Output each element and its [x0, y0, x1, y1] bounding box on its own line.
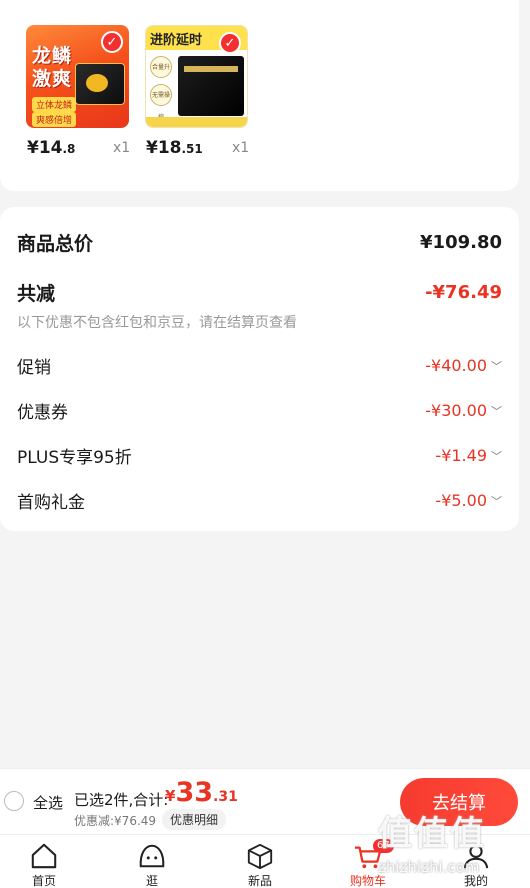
tab-label: 首页: [31, 874, 56, 888]
discount-label: PLUS专享95折: [17, 448, 132, 468]
chevron-down-icon[interactable]: ﹀: [491, 493, 502, 509]
product-1-tag-2: 爽感倍增: [32, 112, 77, 127]
product-2-title: 进阶延时: [150, 33, 203, 48]
product-1-price-dec: .8: [62, 142, 76, 156]
total-reduce-row: 共减 -¥76.49: [17, 279, 502, 306]
product-2-price-int: ¥18: [146, 138, 182, 158]
product-1-tag: 立体龙鳞: [32, 97, 77, 112]
face-icon: [139, 844, 165, 868]
cart-total: ¥33.31: [165, 777, 238, 808]
product-1-title-line1: 龙鳞: [32, 45, 73, 67]
discount-row-plus[interactable]: PLUS专享95折 -¥1.49 ﹀: [17, 443, 502, 468]
product-1-title-line2: 激爽: [32, 68, 73, 90]
total-price-value: ¥109.80: [420, 232, 502, 253]
discount-row-first-purchase[interactable]: 首购礼金 -¥5.00 ﹀: [17, 488, 502, 513]
discount-summary: 优惠减:¥76.49: [74, 814, 157, 828]
cart-products-card: 龙鳞 激爽 立体龙鳞 爽感倍增 ✓ 进阶延时 合量升级 无需操控 ✓ ¥14.8…: [0, 0, 519, 191]
total-currency: ¥: [165, 787, 176, 805]
cube-icon: [247, 843, 273, 870]
price-summary-card: 商品总价 ¥109.80 共减 -¥76.49 以下优惠不包含红包和京豆，请在结…: [0, 207, 519, 531]
tab-new[interactable]: 新品: [225, 835, 295, 888]
total-price-label: 商品总价: [17, 233, 94, 255]
discount-label: 优惠券: [17, 403, 68, 423]
discount-detail-button[interactable]: 优惠明细: [162, 809, 227, 830]
total-price-row: 商品总价 ¥109.80: [17, 229, 502, 256]
product-1-box-graphic: [75, 63, 125, 105]
product-1-title: 龙鳞 激爽: [32, 45, 72, 91]
watermark-logo: 值值值: [378, 814, 486, 854]
discount-row-promo[interactable]: 促销 -¥40.00 ﹀: [17, 353, 502, 378]
product-2-footer-band: [146, 117, 247, 127]
tab-label: 逛: [145, 874, 158, 888]
discount-amount: -¥5.00: [435, 491, 487, 510]
product-2-qty: x1: [232, 140, 250, 156]
home-icon: [31, 843, 57, 869]
tab-home[interactable]: 首页: [9, 835, 79, 888]
discount-value: -¥30.00 ﹀: [425, 401, 502, 420]
chevron-down-icon[interactable]: ﹀: [491, 448, 502, 464]
chevron-down-icon[interactable]: ﹀: [491, 403, 502, 419]
tab-label: 新品: [247, 874, 272, 888]
total-reduce-value: -¥76.49: [425, 282, 502, 303]
product-2-box-graphic: [178, 56, 244, 116]
tab-browse[interactable]: 逛: [117, 835, 187, 888]
product-2-price-dec: .51: [181, 142, 203, 156]
selected-count-text: 已选2件,合计:: [74, 791, 169, 809]
select-all-label[interactable]: 全选: [33, 792, 63, 813]
total-reduce-label: 共减: [17, 283, 56, 305]
selected-check-icon[interactable]: ✓: [219, 32, 241, 54]
total-decimal: .31: [213, 789, 238, 805]
discount-row-coupon[interactable]: 优惠券 -¥30.00 ﹀: [17, 398, 502, 423]
discount-label: 促销: [17, 358, 51, 378]
product-1-price-int: ¥14: [27, 138, 63, 158]
product-image-1[interactable]: 龙鳞 激爽 立体龙鳞 爽感倍增 ✓: [26, 25, 129, 128]
discount-note: 以下优惠不包含红包和京豆，请在结算页查看: [17, 315, 297, 331]
product-1-qty: x1: [113, 140, 131, 156]
total-integer: 33: [175, 777, 214, 808]
discount-value: -¥40.00 ﹀: [425, 356, 502, 375]
product-2-chip-1: 合量升级: [150, 56, 172, 93]
product-1-price: ¥14.8: [27, 138, 75, 158]
discount-label: 首购礼金: [17, 493, 85, 513]
discount-amount: -¥40.00: [425, 356, 487, 375]
select-all-radio[interactable]: [4, 791, 24, 811]
product-image-2[interactable]: 进阶延时 合量升级 无需操控 ✓: [145, 25, 248, 128]
discount-value: -¥1.49 ﹀: [435, 446, 502, 465]
chevron-down-icon[interactable]: ﹀: [491, 358, 502, 374]
product-2-price: ¥18.51: [146, 138, 203, 158]
watermark-url: zhizhizhi.com: [378, 858, 480, 876]
selected-check-icon[interactable]: ✓: [101, 31, 123, 53]
product-2-chip-2: 无需操控: [150, 84, 172, 121]
discount-amount: -¥30.00: [425, 401, 487, 420]
discount-amount: -¥1.49: [435, 446, 487, 465]
discount-value: -¥5.00 ﹀: [435, 491, 502, 510]
